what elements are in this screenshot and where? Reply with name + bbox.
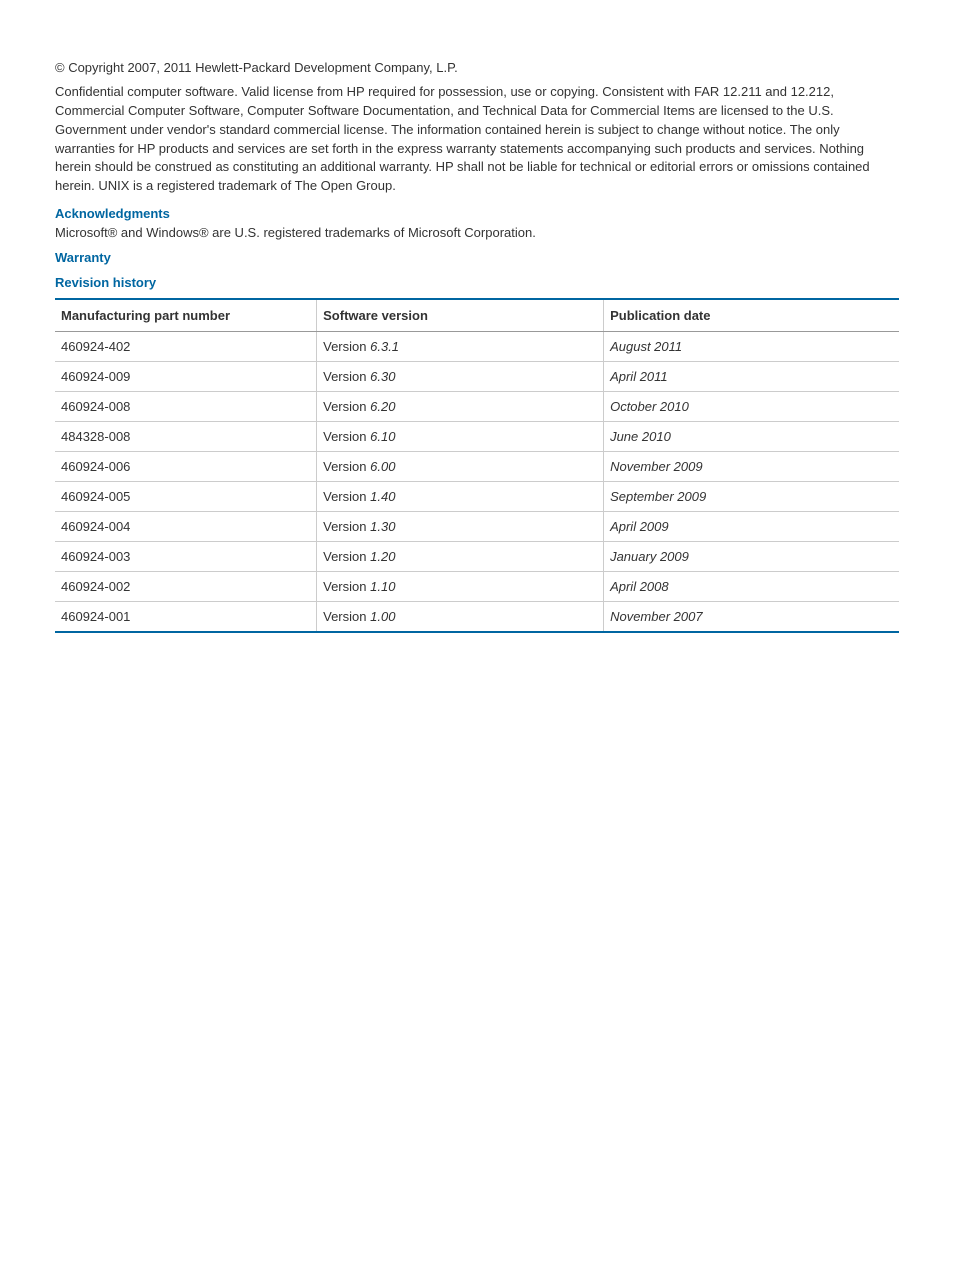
cell-part-number: 460924-005 — [55, 482, 317, 512]
cell-software-version: Version 6.30 — [317, 362, 604, 392]
version-prefix: Version — [323, 519, 366, 534]
table-row: 460924-402Version 6.3.1August 2011 — [55, 332, 899, 362]
table-row: 460924-002Version 1.10April 2008 — [55, 572, 899, 602]
table-row: 460924-001Version 1.00November 2007 — [55, 602, 899, 633]
cell-part-number: 484328-008 — [55, 422, 317, 452]
revision-history-heading: Revision history — [55, 275, 899, 290]
table-row: 460924-008Version 6.20October 2010 — [55, 392, 899, 422]
cell-part-number: 460924-003 — [55, 542, 317, 572]
table-row: 460924-009Version 6.30April 2011 — [55, 362, 899, 392]
version-prefix: Version — [323, 489, 366, 504]
version-number: 6.00 — [370, 459, 395, 474]
cell-software-version: Version 1.20 — [317, 542, 604, 572]
version-prefix: Version — [323, 399, 366, 414]
version-prefix: Version — [323, 459, 366, 474]
version-prefix: Version — [323, 579, 366, 594]
cell-publication-date: November 2007 — [604, 602, 899, 633]
version-number: 1.00 — [370, 609, 395, 624]
version-number: 6.30 — [370, 369, 395, 384]
cell-publication-date: November 2009 — [604, 452, 899, 482]
version-number: 1.40 — [370, 489, 395, 504]
legal-notice: Confidential computer software. Valid li… — [55, 83, 899, 196]
table-row: 460924-003Version 1.20January 2009 — [55, 542, 899, 572]
cell-software-version: Version 1.40 — [317, 482, 604, 512]
cell-publication-date: April 2009 — [604, 512, 899, 542]
cell-software-version: Version 6.3.1 — [317, 332, 604, 362]
cell-publication-date: August 2011 — [604, 332, 899, 362]
copyright-notice: © Copyright 2007, 2011 Hewlett-Packard D… — [55, 60, 899, 75]
cell-publication-date: September 2009 — [604, 482, 899, 512]
cell-part-number: 460924-008 — [55, 392, 317, 422]
cell-part-number: 460924-009 — [55, 362, 317, 392]
cell-software-version: Version 6.20 — [317, 392, 604, 422]
table-header-row: Manufacturing part number Software versi… — [55, 299, 899, 332]
version-number: 6.10 — [370, 429, 395, 444]
cell-part-number: 460924-402 — [55, 332, 317, 362]
cell-part-number: 460924-004 — [55, 512, 317, 542]
cell-software-version: Version 6.00 — [317, 452, 604, 482]
cell-software-version: Version 6.10 — [317, 422, 604, 452]
version-prefix: Version — [323, 429, 366, 444]
cell-part-number: 460924-006 — [55, 452, 317, 482]
table-row: 460924-006Version 6.00November 2009 — [55, 452, 899, 482]
cell-publication-date: October 2010 — [604, 392, 899, 422]
acknowledgments-heading: Acknowledgments — [55, 206, 899, 221]
revision-history-table: Manufacturing part number Software versi… — [55, 298, 899, 633]
cell-software-version: Version 1.00 — [317, 602, 604, 633]
header-part-number: Manufacturing part number — [55, 299, 317, 332]
table-row: 460924-005Version 1.40September 2009 — [55, 482, 899, 512]
table-row: 484328-008Version 6.10June 2010 — [55, 422, 899, 452]
version-number: 1.30 — [370, 519, 395, 534]
table-row: 460924-004Version 1.30April 2009 — [55, 512, 899, 542]
header-software-version: Software version — [317, 299, 604, 332]
version-number: 6.20 — [370, 399, 395, 414]
cell-publication-date: April 2011 — [604, 362, 899, 392]
version-number: 1.20 — [370, 549, 395, 564]
trademark-notice: Microsoft® and Windows® are U.S. registe… — [55, 225, 899, 240]
cell-publication-date: June 2010 — [604, 422, 899, 452]
version-number: 1.10 — [370, 579, 395, 594]
cell-software-version: Version 1.10 — [317, 572, 604, 602]
version-prefix: Version — [323, 549, 366, 564]
cell-part-number: 460924-002 — [55, 572, 317, 602]
warranty-heading: Warranty — [55, 250, 899, 265]
version-prefix: Version — [323, 609, 366, 624]
cell-publication-date: April 2008 — [604, 572, 899, 602]
version-number: 6.3.1 — [370, 339, 399, 354]
cell-publication-date: January 2009 — [604, 542, 899, 572]
cell-part-number: 460924-001 — [55, 602, 317, 633]
version-prefix: Version — [323, 369, 366, 384]
header-publication-date: Publication date — [604, 299, 899, 332]
cell-software-version: Version 1.30 — [317, 512, 604, 542]
version-prefix: Version — [323, 339, 366, 354]
